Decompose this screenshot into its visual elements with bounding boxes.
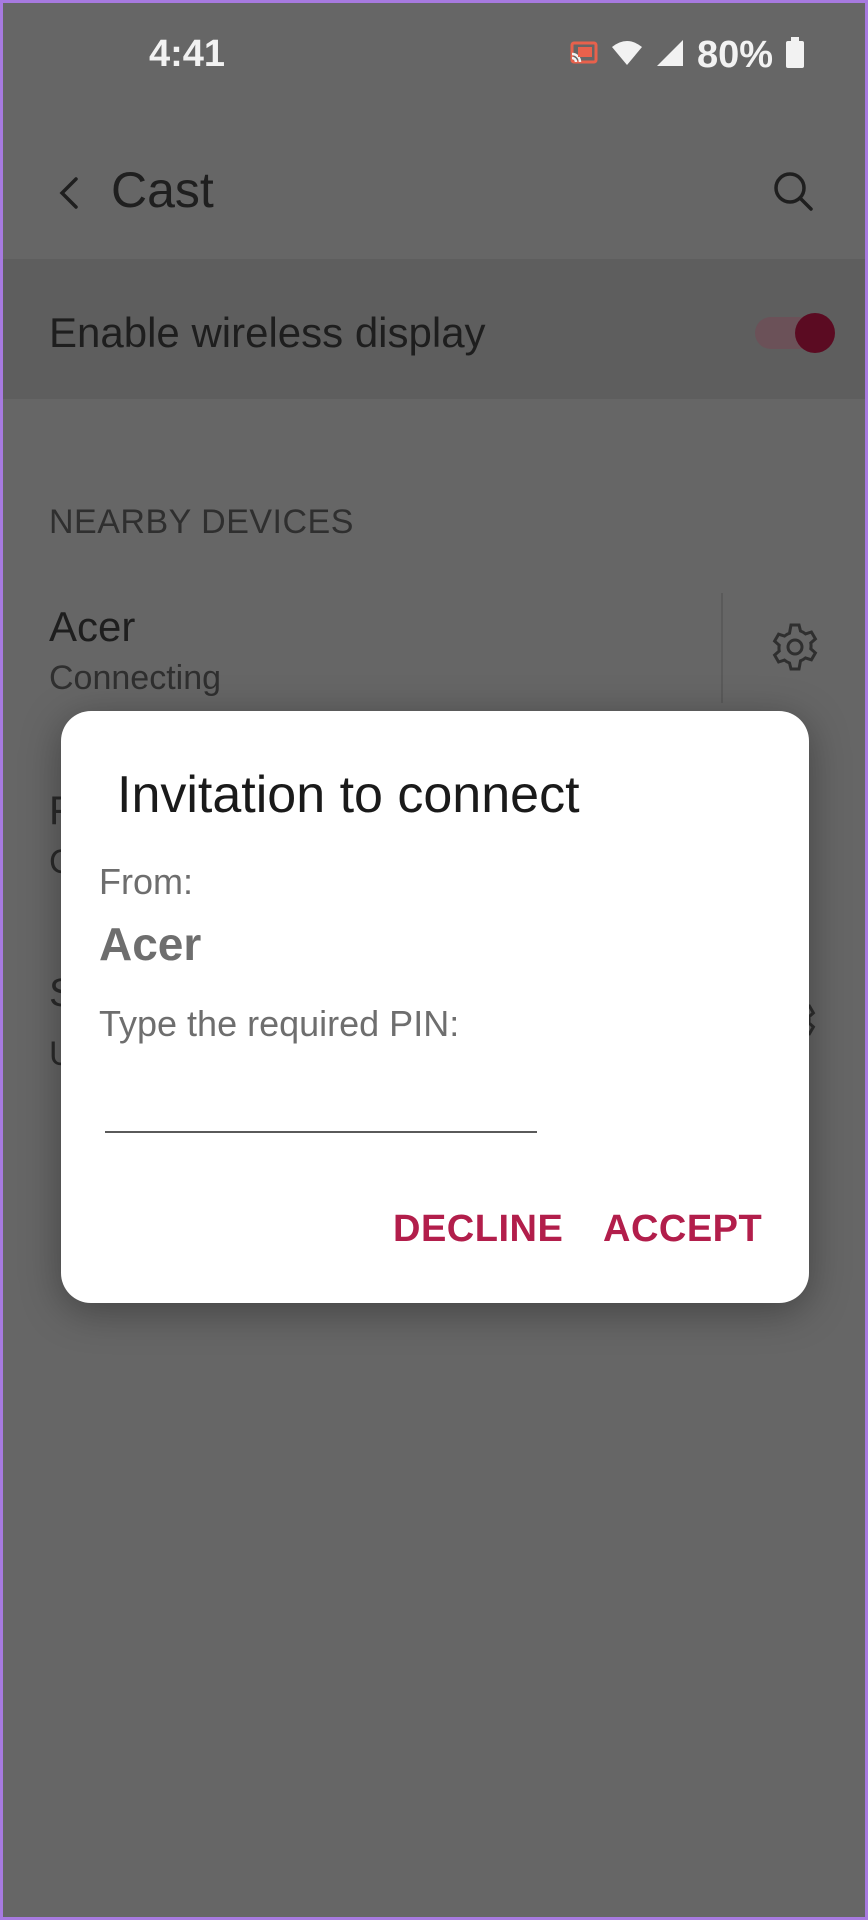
cast-icon	[569, 40, 599, 71]
toggle-thumb	[795, 313, 835, 353]
app-bar: Cast	[3, 143, 865, 243]
pin-label: Type the required PIN:	[99, 1003, 460, 1044]
search-button[interactable]	[763, 161, 823, 221]
from-label: From:	[99, 861, 193, 902]
screen-frame: 4:41 80% Cast Enable wireless display NE…	[0, 0, 868, 1920]
wireless-display-label: Enable wireless display	[49, 309, 486, 356]
page-title: Cast	[111, 162, 214, 218]
search-icon	[774, 172, 813, 211]
device-divider	[721, 593, 723, 703]
device-name: Acer	[49, 603, 136, 650]
device-settings-button[interactable]	[767, 619, 823, 675]
wifi-icon	[611, 39, 643, 72]
wireless-display-toggle[interactable]	[755, 313, 835, 353]
status-time: 4:41	[149, 33, 226, 75]
status-icons: 80%	[569, 33, 805, 77]
gear-icon	[772, 623, 818, 671]
signal-icon	[655, 38, 685, 73]
wireless-display-row[interactable]: Enable wireless display	[3, 259, 865, 399]
back-button[interactable]	[43, 163, 93, 223]
nearby-devices-header: NEARBY DEVICES	[49, 503, 354, 541]
device-status: Connecting	[49, 659, 222, 697]
back-arrow-icon	[59, 177, 78, 209]
decline-button[interactable]: DECLINE	[387, 1199, 569, 1259]
invitation-dialog: Invitation to connect From: Acer Type th…	[61, 711, 809, 1303]
from-device-name: Acer	[99, 918, 202, 970]
accept-button[interactable]: ACCEPT	[597, 1199, 768, 1259]
pin-input[interactable]	[105, 1071, 537, 1133]
status-bar: 4:41 80%	[3, 3, 865, 113]
dialog-title: Invitation to connect	[117, 766, 580, 824]
battery-icon	[785, 36, 805, 74]
device-row-acer[interactable]: Acer Connecting	[3, 593, 865, 713]
battery-percentage: 80%	[696, 33, 773, 76]
